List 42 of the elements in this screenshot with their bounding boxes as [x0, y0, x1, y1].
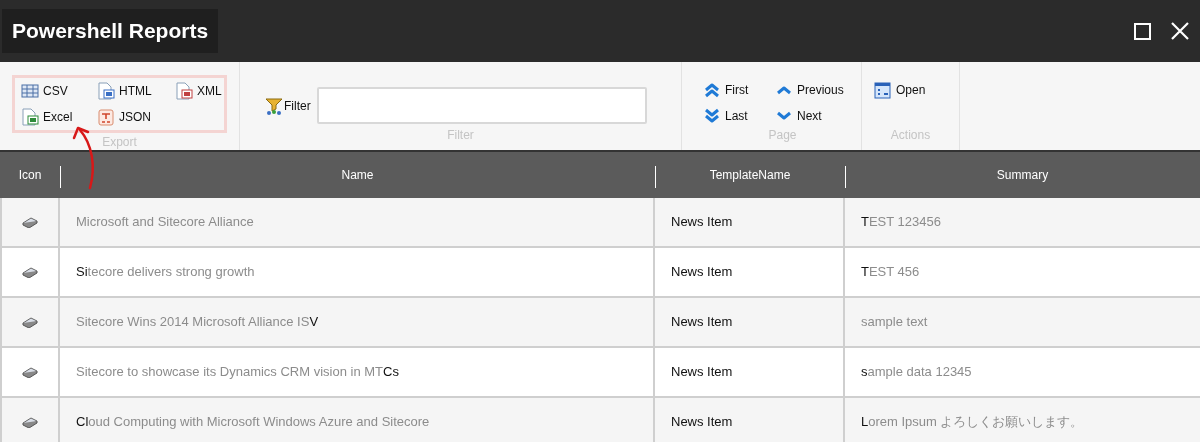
page-button[interactable]: Previous — [776, 80, 864, 100]
export-button[interactable]: CSV — [21, 81, 97, 101]
page-button[interactable]: Last — [704, 106, 776, 126]
document-icon — [97, 82, 115, 100]
table-cell-text: TEST 456 — [861, 263, 920, 282]
item-icon — [22, 416, 38, 428]
table-cell-text: TEST 123456 — [861, 213, 941, 232]
table-cell-text: News Item — [671, 313, 733, 332]
chevron-up-icon — [704, 82, 720, 98]
document-icon — [175, 82, 193, 100]
page-button[interactable]: First — [704, 80, 776, 100]
funnel-icon — [264, 95, 284, 116]
item-icon — [22, 366, 38, 378]
item-icon — [22, 316, 38, 328]
table-cell-text: Sitecore delivers strong growth — [76, 263, 255, 282]
table-cell-text: News Item — [671, 263, 733, 282]
export-button[interactable]: XML — [175, 81, 227, 101]
table-cell-text: sample data 12345 — [861, 363, 972, 382]
item-icon — [22, 216, 38, 228]
page-button[interactable]: Next — [776, 106, 864, 126]
spreadsheet-icon — [21, 108, 39, 126]
open-button[interactable]: Open — [874, 80, 947, 100]
window-icon — [874, 81, 891, 99]
table-cell-text: News Item — [671, 213, 733, 232]
export-button[interactable]: HTML — [97, 81, 175, 101]
table-cell-text: Lorem Ipsum よろしくお願いします。 — [861, 413, 1084, 432]
table-icon — [21, 83, 39, 99]
table-cell-text: News Item — [671, 413, 733, 432]
export-button[interactable]: JSON — [97, 107, 175, 127]
filter-label: Filter — [264, 95, 311, 116]
filter-input[interactable] — [316, 87, 647, 124]
table-cell-text: News Item — [671, 363, 733, 382]
item-icon — [22, 266, 38, 278]
table-cell-text: sample text — [861, 313, 928, 332]
table-cell-text: Sitecore Wins 2014 Microsoft Alliance ISV — [76, 313, 319, 332]
export-button[interactable]: Excel — [21, 107, 97, 127]
chevron-down-icon — [704, 108, 720, 124]
table-cell-text: Cloud Computing with Microsoft Windows Azure and Sitecore — [76, 413, 430, 432]
table-cell-text: Microsoft and Sitecore Alliance — [76, 213, 254, 232]
document-icon — [97, 108, 115, 126]
window-title: Powershell Reports — [2, 9, 219, 53]
table-cell-text: Sitecore to showcase its Dynamics CRM vision in MTCs — [76, 363, 399, 382]
